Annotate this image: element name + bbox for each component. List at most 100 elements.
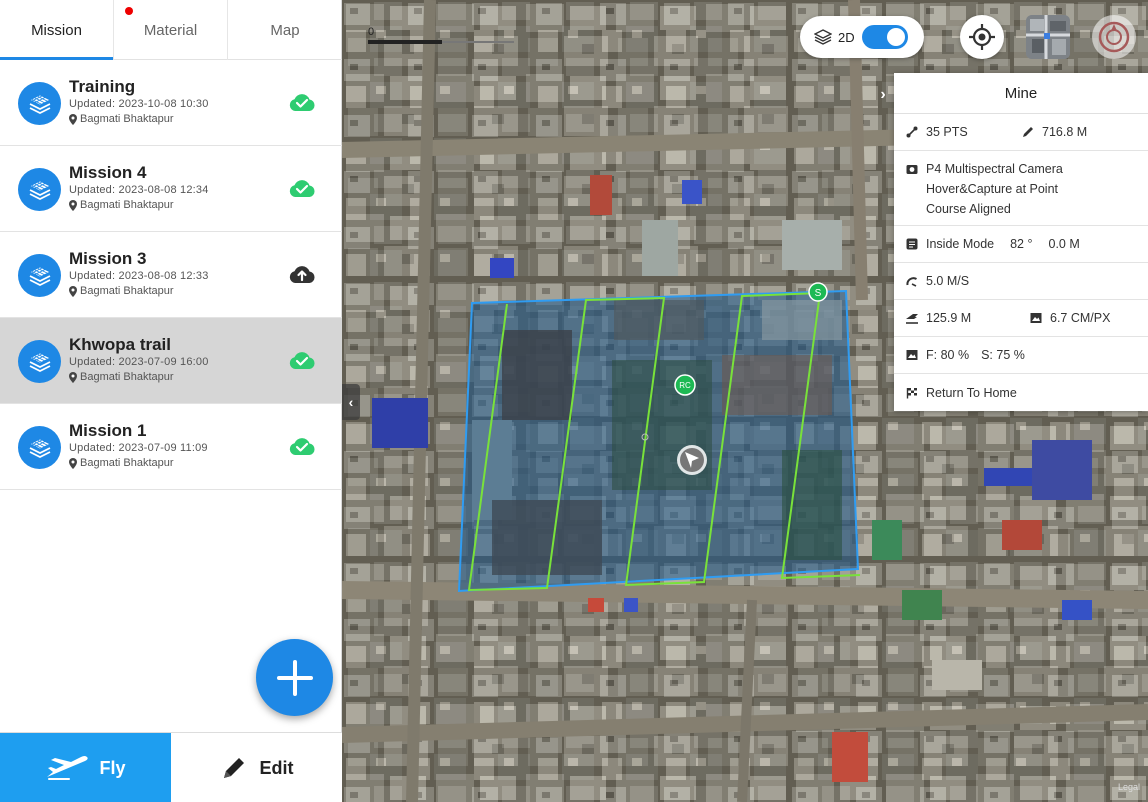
overlap-side-value: S: 75 % [981, 348, 1025, 362]
angle-value: 82 ° [1010, 237, 1033, 251]
mode-value: Inside Mode [926, 237, 995, 251]
mission-location-label: Bagmati Bhaktapur [80, 371, 174, 383]
view-mode-toggle: 2D [800, 16, 924, 58]
altitude-icon [904, 310, 920, 326]
mission-updated: Updated: 2023-08-08 12:33 [69, 270, 209, 282]
speed-icon [904, 273, 920, 289]
chevron-right-icon: › [880, 86, 886, 103]
mission-location: Bagmati Bhaktapur [69, 113, 174, 125]
mission-title: Mission 3 [69, 249, 147, 268]
location-pin-icon [69, 199, 77, 211]
survey-area [457, 289, 861, 593]
plus-icon [276, 659, 313, 696]
mission-title: Mission 4 [69, 163, 147, 182]
mission-panel: Mission Material Map Training Updated: 20… [0, 0, 342, 802]
mission-title: Khwopa trail [69, 335, 172, 354]
info-row-mode: Inside Mode 82 ° 0.0 M [894, 226, 1148, 263]
location-pin-icon [69, 457, 77, 469]
info-title: Mine [894, 73, 1148, 114]
info-row-finish: Return To Home [894, 374, 1148, 411]
fly-label: Fly [99, 757, 126, 778]
crosshair-icon [969, 24, 995, 50]
locate-button[interactable] [960, 15, 1004, 59]
mission-location: Bagmati Bhaktapur [69, 199, 174, 211]
mission-icon [18, 82, 61, 125]
mission-location-label: Bagmati Bhaktapur [80, 113, 174, 125]
mission-row[interactable]: Khwopa trail Updated: 2023-07-09 16:00 Bag… [0, 318, 342, 404]
info-row-overlap: F: 80 % S: 75 % [894, 337, 1148, 374]
edit-button[interactable]: Edit [171, 733, 342, 802]
layers-icon [28, 438, 51, 458]
altitude-value: 125.9 M [926, 311, 972, 325]
map-thumbnail-button[interactable] [1026, 15, 1070, 59]
mission-row[interactable]: Mission 1 Updated: 2023-07-09 11:09 Bagmat… [0, 404, 342, 490]
legal-link[interactable]: Legal [1118, 782, 1140, 792]
svg-text:S: S [815, 288, 822, 299]
cloud-check-icon[interactable] [288, 436, 316, 456]
info-row-route: 35 PTS 716.8 M [894, 114, 1148, 151]
tab-map[interactable]: Map [228, 0, 342, 60]
gsd-value: 6.7 CM/PX [1050, 311, 1111, 325]
cloud-check-icon[interactable] [288, 92, 316, 112]
map-thumbnail-icon [1026, 15, 1070, 59]
tab-material[interactable]: Material [114, 0, 228, 60]
layers-icon [28, 180, 51, 200]
scale-label: 0 [368, 26, 375, 38]
mission-location-label: Bagmati Bhaktapur [80, 457, 174, 469]
tab-bar: Mission Material Map [0, 0, 342, 60]
camera-icon [904, 161, 920, 177]
add-mission-button[interactable] [256, 639, 333, 716]
chevron-left-icon: ‹ [348, 394, 354, 410]
speed-value: 5.0 M/S [926, 274, 970, 288]
layers-icon [28, 94, 51, 114]
layers-icon [28, 266, 51, 286]
location-pin-icon [69, 371, 77, 383]
tab-map-label: Map [270, 21, 300, 39]
cloud-check-icon[interactable] [288, 350, 316, 370]
view-mode-switch[interactable] [862, 25, 908, 49]
info-row-camera: P4 Multispectral Camera Hover&Capture at… [894, 151, 1148, 226]
mode-icon [904, 236, 920, 252]
mission-updated: Updated: 2023-08-08 12:34 [69, 184, 209, 196]
mission-row[interactable]: Training Updated: 2023-10-08 10:30 Bagmati… [0, 60, 342, 146]
compass-icon [1098, 21, 1130, 53]
info-row-altitude: 125.9 M 6.7 CM/PX [894, 300, 1148, 337]
mission-row[interactable]: Mission 4 Updated: 2023-08-08 12:34 Bagmat… [0, 146, 342, 232]
mission-row[interactable]: Mission 3 Updated: 2023-08-08 12:33 Bagmat… [0, 232, 342, 318]
cloud-upload-icon[interactable] [288, 264, 316, 284]
view-mode-label: 2D [838, 29, 855, 45]
mission-icon [18, 426, 61, 469]
overlap-icon [904, 347, 920, 363]
mission-icon [18, 168, 61, 211]
mission-icon [18, 340, 61, 383]
camera-value: P4 Multispectral Camera [926, 162, 1063, 176]
course-value: Course Aligned [926, 202, 1011, 216]
info-row-speed: 5.0 M/S [894, 263, 1148, 300]
mission-updated: Updated: 2023-07-09 11:09 [69, 442, 208, 454]
airplane-icon [47, 756, 89, 780]
mission-title: Mission 1 [69, 421, 147, 440]
finish-action-value: Return To Home [926, 385, 1017, 400]
aircraft-marker [677, 445, 707, 475]
collapse-panel-button[interactable]: ‹ [342, 384, 360, 420]
checkered-flag-icon [904, 385, 920, 401]
notification-dot [125, 7, 133, 15]
layers-icon [814, 29, 832, 45]
fly-button[interactable]: Fly [0, 733, 171, 802]
pencil-icon [223, 758, 244, 778]
mission-icon [18, 254, 61, 297]
cloud-check-icon[interactable] [288, 178, 316, 198]
ruler-icon [1020, 124, 1036, 140]
start-marker[interactable]: S [808, 282, 828, 302]
mission-location: Bagmati Bhaktapur [69, 285, 174, 297]
rc-marker: RC [674, 374, 696, 396]
mission-location: Bagmati Bhaktapur [69, 457, 174, 469]
compass-button[interactable] [1092, 15, 1136, 59]
waypoint-icon [904, 124, 920, 140]
points-value: 35 PTS [926, 125, 968, 139]
tab-mission[interactable]: Mission [0, 0, 114, 60]
info-collapse-button[interactable]: › [872, 78, 894, 112]
bottom-action-bar: Fly Edit [0, 732, 342, 802]
mission-info-panel: Mine 35 PTS 716.8 M P4 Multispectral Cam… [894, 73, 1148, 411]
location-pin-icon [69, 113, 77, 125]
